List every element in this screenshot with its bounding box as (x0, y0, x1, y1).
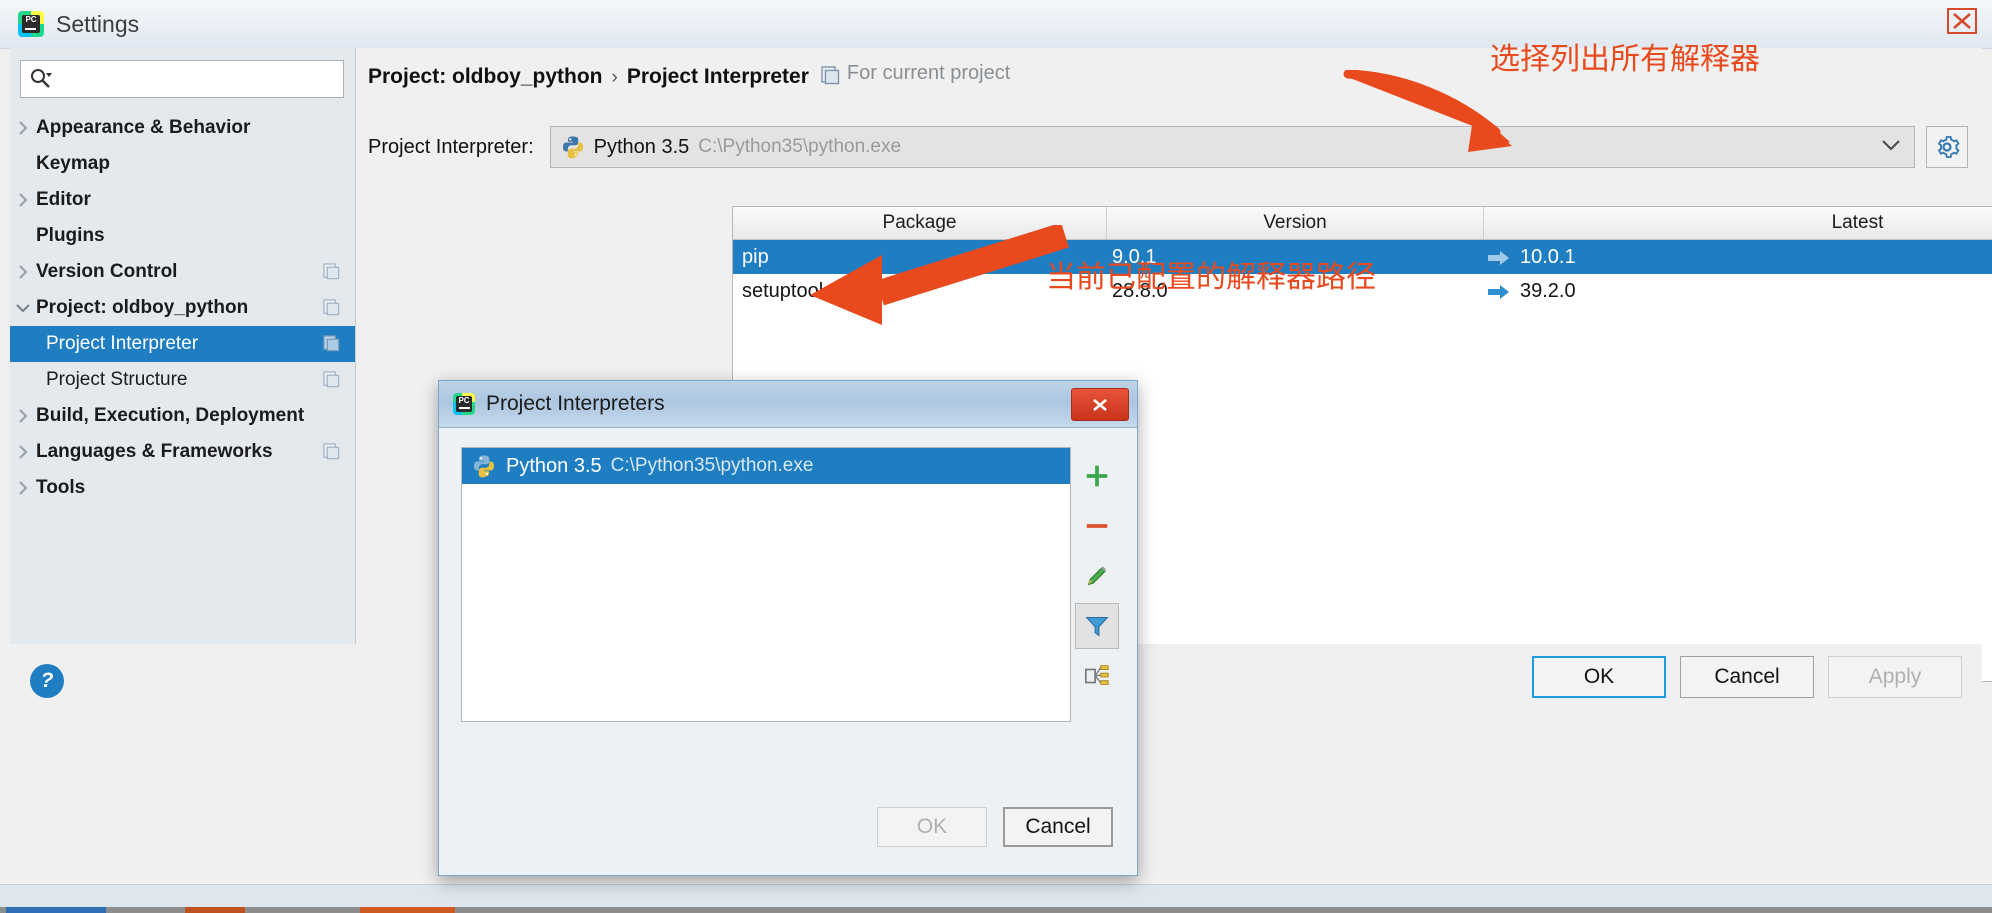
window-title: Settings (56, 10, 140, 37)
settings-window: PC Settings Appearance & Behavior Keymap E… (0, 0, 1992, 913)
taskbar (0, 884, 1992, 913)
cancel-button[interactable]: Cancel (1680, 656, 1814, 698)
sidebar-item-appearance-behavior[interactable]: Appearance & Behavior (10, 110, 355, 146)
python-icon (472, 454, 496, 478)
modal-titlebar: PC Project Interpreters (439, 381, 1137, 428)
copy-settings-icon (323, 443, 341, 461)
column-header-package[interactable]: Package (733, 207, 1107, 239)
show-paths-button[interactable] (1075, 653, 1119, 699)
package-latest-value: 39.2.0 (1520, 279, 1576, 302)
modal-ok-button: OK (877, 807, 987, 847)
sidebar-item-label: Build, Execution, Deployment (36, 405, 305, 426)
interpreter-combo[interactable]: Python 3.5 C:\Python35\python.exe (549, 126, 1915, 168)
python-icon (561, 135, 585, 159)
column-header-version[interactable]: Version (1107, 207, 1484, 239)
edit-interpreter-button[interactable] (1075, 553, 1119, 599)
project-interpreters-dialog: PC Project Interpreters Python 3.5 C:\Pyt… (438, 380, 1138, 876)
sidebar-item-label: Project Structure (46, 369, 188, 390)
chevron-right-icon[interactable] (10, 408, 36, 424)
breadcrumb-separator: › (611, 67, 618, 88)
search-box[interactable] (20, 60, 344, 98)
search-icon (29, 67, 53, 91)
breadcrumb-scope: For current project (821, 62, 1010, 85)
chevron-down-icon[interactable] (1882, 138, 1900, 155)
sidebar-item-languages-frameworks[interactable]: Languages & Frameworks (10, 434, 355, 470)
breadcrumb-page: Project Interpreter (626, 65, 809, 88)
sidebar-item-label: Appearance & Behavior (36, 117, 251, 138)
sidebar-item-tools[interactable]: Tools (10, 470, 355, 506)
modal-title-label: Project Interpreters (486, 392, 665, 415)
package-latest-cell: 39.2.0 (1482, 280, 1992, 303)
package-latest-cell: 10.0.1 (1482, 246, 1992, 269)
breadcrumb: Project: oldboy_python › Project Interpr… (368, 62, 1010, 89)
column-header-latest[interactable]: Latest (1484, 207, 1992, 239)
copy-settings-icon (821, 66, 840, 85)
copy-settings-icon (323, 335, 341, 353)
sidebar-item-plugins[interactable]: Plugins (10, 218, 355, 254)
sidebar-item-label: Project Interpreter (46, 333, 199, 354)
interpreter-list-toolbar (1073, 447, 1121, 720)
list-item[interactable]: Python 3.5 C:\Python35\python.exe (462, 448, 1070, 484)
sidebar-item-label: Tools (36, 477, 86, 498)
chevron-down-icon[interactable] (10, 302, 36, 314)
breadcrumb-project[interactable]: Project: oldboy_python (368, 65, 603, 89)
arrow-right-icon (1488, 249, 1510, 265)
modal-footer-buttons: OK Cancel (877, 807, 1113, 847)
copy-settings-icon (323, 299, 341, 317)
sidebar-item-project-interpreter[interactable]: Project Interpreter (10, 326, 355, 362)
sidebar-item-keymap[interactable]: Keymap (10, 146, 355, 182)
chevron-right-icon[interactable] (10, 264, 36, 280)
settings-sidebar: Appearance & Behavior Keymap Editor Plugins… (10, 48, 356, 644)
sidebar-item-editor[interactable]: Editor (10, 182, 355, 218)
sidebar-item-label: Keymap (36, 153, 110, 174)
packages-table-header: Package Version Latest (733, 207, 1992, 240)
interpreter-path: C:\Python35\python.exe (698, 136, 902, 157)
arrow-right-icon (1488, 283, 1510, 299)
sidebar-item-version-control[interactable]: Version Control (10, 254, 355, 290)
footer-buttons: OK Cancel Apply (1532, 656, 1962, 698)
sidebar-item-project-oldboy-python[interactable]: Project: oldboy_python (10, 290, 355, 326)
pycharm-logo-icon: PC (18, 11, 44, 37)
package-latest-value: 10.0.1 (1520, 245, 1576, 268)
help-icon[interactable]: ? (30, 664, 64, 698)
interpreter-settings-gear-button[interactable] (1926, 126, 1968, 168)
chevron-right-icon[interactable] (10, 120, 36, 136)
settings-tree: Appearance & Behavior Keymap Editor Plugins… (10, 110, 355, 506)
search-input[interactable] (53, 63, 343, 95)
copy-settings-icon (323, 263, 341, 281)
interpreter-list: Python 3.5 C:\Python35\python.exe (461, 447, 1071, 722)
copy-settings-icon (323, 371, 341, 389)
modal-body: Python 3.5 C:\Python35\python.exe OK Can… (439, 427, 1137, 875)
ok-button[interactable]: OK (1532, 656, 1666, 698)
breadcrumb-scope-label: For current project (846, 62, 1011, 84)
chevron-right-icon[interactable] (10, 192, 36, 208)
modal-cancel-button[interactable]: Cancel (1003, 807, 1113, 847)
chevron-right-icon[interactable] (10, 444, 36, 460)
sidebar-item-label: Plugins (36, 225, 105, 246)
sidebar-item-label: Languages & Frameworks (36, 441, 273, 462)
interpreter-label: Project Interpreter: (368, 135, 534, 158)
close-icon[interactable] (1940, 4, 1984, 38)
sidebar-item-label: Project: oldboy_python (36, 297, 249, 318)
sidebar-item-project-structure[interactable]: Project Structure (10, 362, 355, 398)
apply-button: Apply (1828, 656, 1962, 698)
pycharm-logo-icon: PC (453, 393, 475, 415)
filter-interpreters-button[interactable] (1075, 603, 1119, 649)
add-interpreter-button[interactable] (1075, 453, 1119, 499)
remove-interpreter-button[interactable] (1075, 503, 1119, 549)
interpreter-row: Project Interpreter: Python 3.5 C:\Pytho… (368, 126, 1968, 168)
annotation-select-all-interpreters: 选择列出所有解释器 (1490, 42, 1760, 77)
close-icon[interactable] (1071, 388, 1129, 421)
sidebar-item-label: Version Control (36, 261, 178, 282)
sidebar-item-label: Editor (36, 189, 91, 210)
sidebar-item-build-execution-deployment[interactable]: Build, Execution, Deployment (10, 398, 355, 434)
chevron-right-icon[interactable] (10, 480, 36, 496)
interpreter-item-path: C:\Python35\python.exe (610, 455, 814, 476)
interpreter-name: Python 3.5 (593, 135, 690, 158)
interpreter-item-name: Python 3.5 (506, 454, 602, 477)
annotation-current-interpreter-path: 当前已配置的解释器路径 (1046, 260, 1376, 295)
